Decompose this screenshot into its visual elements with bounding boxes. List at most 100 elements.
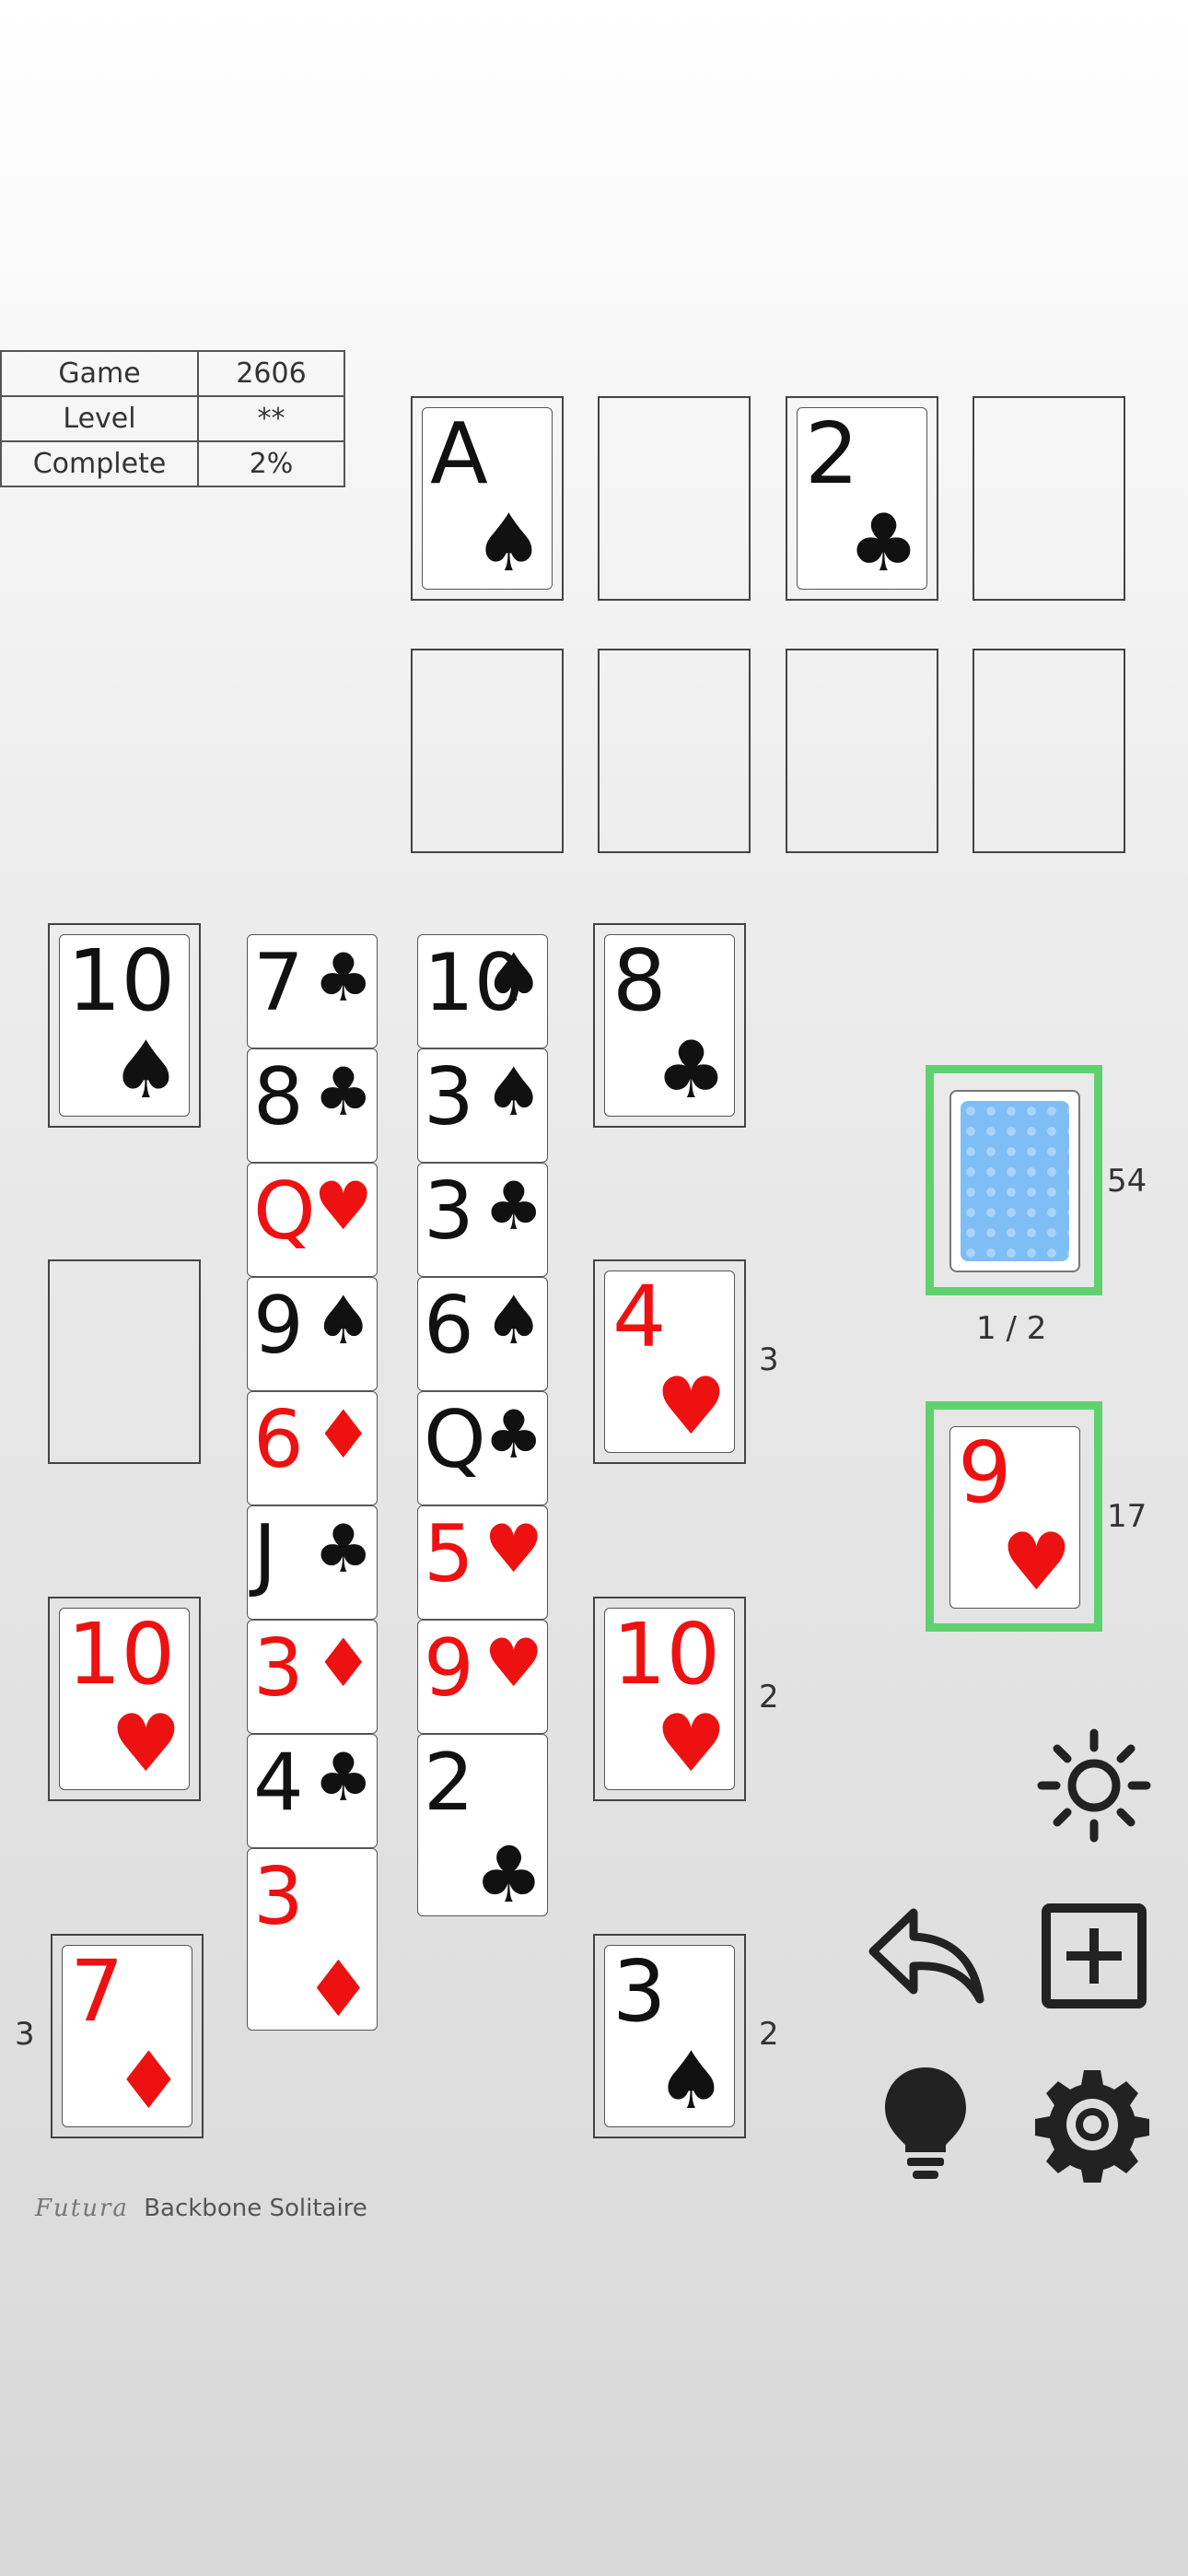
playing-card[interactable]: Q ♥ [247,1163,378,1277]
club-icon: ♣ [847,498,919,590]
card-rank: J [253,1508,277,1600]
left-pile-count: 3 [15,2016,35,2053]
level-label: Level [0,395,199,442]
playing-card[interactable]: 6 ♦ [247,1391,378,1505]
playing-card[interactable]: 3 ♦ [247,1620,378,1734]
club-icon: ♣ [313,1739,373,1816]
card-rank: 3 [253,1622,304,1715]
card-rank: 3 [424,1051,474,1143]
left-pile-slot-1[interactable]: 10 ♠ [48,923,201,1128]
card-rank: 5 [424,1508,474,1600]
foundation-slot-6[interactable] [598,649,751,853]
playing-card[interactable]: 7 ♦ [62,1945,192,2127]
foundation-slot-5[interactable] [411,649,564,853]
playing-card[interactable]: 3 ♠ [604,1945,735,2127]
playing-card[interactable]: 4 ♥ [604,1270,735,1453]
info-row-level: Level ** [0,395,345,442]
card-rank: 6 [424,1280,474,1372]
card-rank: 7 [253,937,304,1029]
card-rank: 10 [67,1608,176,1704]
playing-card[interactable]: 3 ♦ [247,1848,378,2031]
info-row-game: Game 2606 [0,350,345,397]
spade-icon: ♠ [313,1282,373,1359]
card-rank: 7 [70,1945,124,2041]
foundation-slot-4[interactable] [973,396,1125,601]
stock-pile[interactable] [926,1065,1102,1295]
level-value: ** [197,395,345,442]
card-rank: 10 [612,1608,721,1704]
card-back [949,1090,1080,1272]
hint-icon[interactable] [879,2064,972,2184]
new-game-icon[interactable] [1041,1903,1147,2009]
heart-icon: ♥ [313,1167,373,1245]
club-icon: ♣ [313,1510,373,1587]
right-pile-count-3: 2 [759,2016,779,2053]
playing-card[interactable]: 2 ♣ [417,1734,548,1916]
card-rank: 3 [612,1945,667,2041]
spade-icon: ♠ [483,1282,543,1359]
right-pile-slot-1[interactable]: 8 ♣ [593,923,746,1128]
card-rank: A [430,407,488,503]
playing-card[interactable]: 8 ♣ [604,934,735,1117]
card-rank: 8 [612,934,667,1030]
playing-card[interactable]: 4 ♣ [247,1734,378,1848]
app-footer: Futura Backbone Solitaire [35,2195,367,2222]
playing-card[interactable]: 3 ♠ [417,1048,548,1163]
foundation-slot-8[interactable] [973,649,1125,853]
foundation-slot-7[interactable] [786,649,938,853]
playing-card[interactable]: 10 ♥ [604,1608,735,1790]
right-pile-slot-2[interactable]: 4 ♥ [593,1259,746,1464]
playing-card[interactable]: 10 ♠ [59,934,190,1117]
playing-card[interactable]: 10 ♠ [417,934,548,1048]
club-icon: ♣ [313,939,373,1016]
foundation-slot-2[interactable] [598,396,751,601]
playing-card[interactable]: 5 ♥ [417,1505,548,1620]
playing-card[interactable]: 9 ♥ [417,1620,548,1734]
club-icon: ♣ [483,1167,543,1245]
playing-card[interactable]: 3 ♣ [417,1163,548,1277]
complete-value: 2% [197,440,345,487]
playing-card[interactable]: 8 ♣ [247,1048,378,1163]
playing-card[interactable]: J ♣ [247,1505,378,1620]
playing-card[interactable]: 9 ♥ [949,1426,1080,1609]
right-pile-count-2: 2 [759,1679,779,1715]
club-icon: ♣ [483,1396,543,1473]
game-label: Game [0,350,199,397]
heart-icon: ♥ [483,1510,543,1587]
brightness-icon[interactable] [1036,1727,1152,1844]
stock-count: 54 [1107,1163,1147,1200]
right-pile-slot-4[interactable]: 3 ♠ [593,1934,746,2138]
card-rank: 9 [424,1622,474,1715]
card-rank: 9 [958,1426,1012,1522]
playing-card[interactable]: Q ♣ [417,1391,548,1505]
foundation-slot-3[interactable]: 2 ♣ [786,396,938,601]
game-value: 2606 [197,350,345,397]
left-pile-slot-3[interactable]: 7 ♦ [51,1934,204,2138]
left-pile-slot-2[interactable]: 10 ♥ [48,1597,201,1801]
heart-icon: ♥ [655,1361,727,1453]
playing-card[interactable]: 7 ♣ [247,934,378,1048]
spade-icon: ♠ [483,1053,543,1130]
left-pile-slot-empty[interactable] [48,1259,201,1464]
card-back-pattern [961,1101,1069,1261]
card-rank: 2 [805,407,859,503]
playing-card[interactable]: 9 ♠ [247,1277,378,1391]
card-rank: Q [253,1165,316,1258]
app-name: Backbone Solitaire [144,2195,367,2222]
foundation-slot-1[interactable]: A ♠ [411,396,564,601]
playing-card[interactable]: 6 ♠ [417,1277,548,1391]
playing-card[interactable]: A ♠ [422,407,553,590]
heart-icon: ♥ [655,1698,727,1790]
app-logo: Futura [35,2195,129,2222]
card-rank: 8 [253,1051,304,1143]
card-rank: 4 [253,1737,304,1829]
card-rank: 4 [612,1270,667,1366]
right-pile-count-1: 3 [759,1341,779,1378]
right-pile-slot-3[interactable]: 10 ♥ [593,1597,746,1801]
undo-icon[interactable] [866,1905,987,2007]
playing-card[interactable]: 10 ♥ [59,1608,190,1790]
waste-pile[interactable]: 9 ♥ [926,1401,1102,1632]
waste-count: 17 [1107,1498,1147,1535]
playing-card[interactable]: 2 ♣ [797,407,927,590]
settings-icon[interactable] [1034,2067,1150,2183]
